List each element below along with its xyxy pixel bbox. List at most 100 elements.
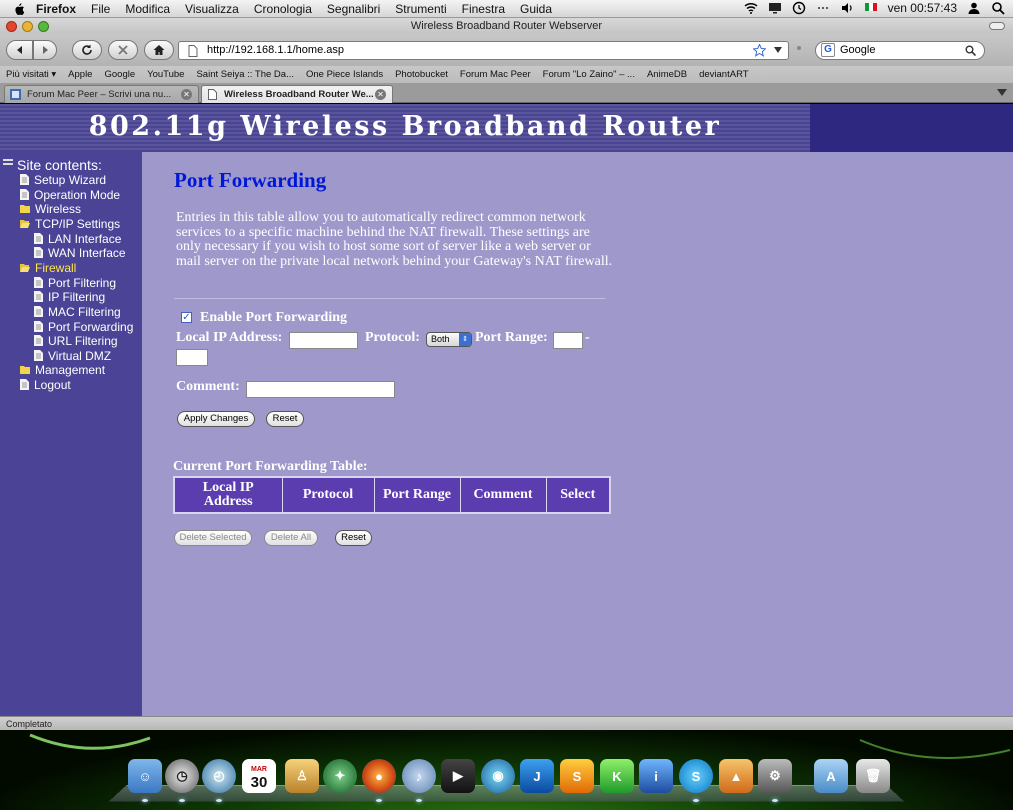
- finder-dock-icon[interactable]: ☺: [128, 759, 162, 793]
- tab-router-webserver[interactable]: Wireless Broadband Router We... ✕: [201, 85, 393, 103]
- page-icon: [34, 350, 43, 361]
- reload-button[interactable]: [72, 40, 102, 60]
- menu-modifica[interactable]: Modifica: [125, 2, 170, 16]
- tab-forum-mac-peer[interactable]: Forum Mac Peer – Scrivi una nu... ✕: [4, 85, 199, 103]
- close-tab-icon[interactable]: ✕: [181, 89, 192, 100]
- menu-guida[interactable]: Guida: [520, 2, 552, 16]
- sidebar-item-setup-wizard[interactable]: Setup Wizard: [20, 173, 106, 187]
- quicktime-dock-icon[interactable]: ▶: [441, 759, 475, 793]
- bookmark-forum-mac-peer[interactable]: Forum Mac Peer: [460, 69, 531, 80]
- bookmark-star-icon[interactable]: [753, 44, 766, 57]
- sidebar-item-port-forwarding[interactable]: Port Forwarding: [34, 320, 133, 334]
- zoom-window-button[interactable]: [38, 21, 49, 32]
- port-range-end-field[interactable]: [176, 349, 208, 366]
- sidebar-item-url-filtering[interactable]: URL Filtering: [34, 334, 118, 348]
- sidebar-item-firewall[interactable]: Firewall: [20, 261, 76, 275]
- itunes-dock-icon[interactable]: ♪: [402, 759, 436, 793]
- port-range-label: Port Range:: [475, 330, 548, 345]
- sidebar-item-operation-mode[interactable]: Operation Mode: [20, 188, 120, 202]
- menu-file[interactable]: File: [91, 2, 110, 16]
- time-machine-icon[interactable]: [792, 1, 806, 15]
- dvd-player-dock-icon[interactable]: ◉: [481, 759, 515, 793]
- display-icon[interactable]: [768, 1, 782, 15]
- input-language-flag-icon[interactable]: [864, 1, 878, 15]
- reset-button[interactable]: Reset: [266, 411, 304, 427]
- system-clock-dock-icon[interactable]: ◴: [202, 759, 236, 793]
- menu-finestra[interactable]: Finestra: [462, 2, 505, 16]
- bluetooth-dots-icon[interactable]: [816, 1, 830, 15]
- tab-list-icon[interactable]: [997, 89, 1007, 97]
- sidebar-item-label: URL Filtering: [48, 334, 118, 348]
- bookmark-photobucket[interactable]: Photobucket: [395, 69, 448, 80]
- protocol-select[interactable]: Both ⇕: [426, 332, 472, 347]
- back-button[interactable]: [6, 40, 33, 60]
- search-bar[interactable]: G Google: [815, 41, 985, 60]
- spotlight-icon[interactable]: [991, 1, 1005, 15]
- bookmark-one-piece[interactable]: One Piece Islands: [306, 69, 383, 80]
- toolbar-toggle-button[interactable]: [989, 22, 1005, 30]
- address-book-dock-icon[interactable]: ♙: [285, 759, 319, 793]
- apple-logo-icon[interactable]: [12, 2, 26, 16]
- local-ip-field[interactable]: [289, 332, 358, 349]
- close-window-button[interactable]: [6, 21, 17, 32]
- safari-dock-icon[interactable]: ✦: [323, 759, 357, 793]
- ichat-dock-icon[interactable]: i: [639, 759, 673, 793]
- sidebar-item-ip-filtering[interactable]: IP Filtering: [34, 290, 105, 304]
- dashboard-dock-icon[interactable]: ◷: [165, 759, 199, 793]
- sidebar-item-lan-interface[interactable]: LAN Interface: [34, 232, 121, 246]
- home-button[interactable]: [144, 40, 174, 60]
- volume-icon[interactable]: [840, 1, 854, 15]
- reset-table-button[interactable]: Reset: [335, 530, 372, 546]
- trash-dock-icon[interactable]: 🗑: [856, 759, 890, 793]
- delete-selected-button[interactable]: Delete Selected: [174, 530, 252, 546]
- skype-dock-icon[interactable]: S: [679, 759, 713, 793]
- stop-button[interactable]: [108, 40, 138, 60]
- bookmark-deviantart[interactable]: deviantART: [699, 69, 748, 80]
- comment-field[interactable]: [246, 381, 395, 398]
- bookmark-forum-lo-zaino[interactable]: Forum "Lo Zaino" – ...: [543, 69, 635, 80]
- sidebar-item-mac-filtering[interactable]: MAC Filtering: [34, 305, 121, 319]
- delete-all-button[interactable]: Delete All: [264, 530, 318, 546]
- sidebar-item-virtual-dmz[interactable]: Virtual DMZ: [34, 349, 111, 363]
- bookmark-saint-seiya[interactable]: Saint Seiya :: The Da...: [196, 69, 294, 80]
- vlc-dock-icon[interactable]: ▲: [719, 759, 753, 793]
- menu-cronologia[interactable]: Cronologia: [254, 2, 312, 16]
- app-k-dock-icon[interactable]: K: [600, 759, 634, 793]
- applications-folder-dock-icon[interactable]: A: [814, 759, 848, 793]
- sidebar-item-wan-interface[interactable]: WAN Interface: [34, 246, 126, 260]
- app-s-dock-icon[interactable]: S: [560, 759, 594, 793]
- search-icon[interactable]: [965, 45, 976, 56]
- menu-visualizza[interactable]: Visualizza: [185, 2, 239, 16]
- menubar-clock[interactable]: ven 00:57:43: [888, 1, 957, 15]
- google-engine-icon[interactable]: G: [821, 43, 835, 57]
- bookmark-most-visited[interactable]: Più visitati ▾: [6, 69, 56, 80]
- port-range-start-field[interactable]: [553, 332, 583, 349]
- sidebar-item-tcpip-settings[interactable]: TCP/IP Settings: [20, 217, 120, 231]
- sidebar-item-wireless[interactable]: Wireless: [20, 202, 81, 216]
- url-dropdown-icon[interactable]: [774, 47, 782, 53]
- apply-changes-button[interactable]: Apply Changes: [177, 411, 255, 427]
- menu-segnalibri[interactable]: Segnalibri: [327, 2, 380, 16]
- menu-firefox[interactable]: Firefox: [36, 2, 76, 16]
- bookmark-google[interactable]: Google: [104, 69, 135, 80]
- bookmark-apple[interactable]: Apple: [68, 69, 92, 80]
- forward-button[interactable]: [33, 40, 57, 60]
- address-bar[interactable]: http://192.168.1.1/home.asp: [178, 41, 789, 60]
- sidebar-item-management[interactable]: Management: [20, 363, 105, 377]
- firefox-dock-icon[interactable]: ●: [362, 759, 396, 793]
- bookmark-animedb[interactable]: AnimeDB: [647, 69, 687, 80]
- ical-dock-icon[interactable]: MAR 30: [242, 759, 276, 793]
- bookmark-youtube[interactable]: YouTube: [147, 69, 184, 80]
- sidebar-item-port-filtering[interactable]: Port Filtering: [34, 276, 116, 290]
- close-tab-icon[interactable]: ✕: [375, 89, 386, 100]
- sidebar-item-logout[interactable]: Logout: [20, 378, 71, 392]
- system-preferences-dock-icon[interactable]: ⚙: [758, 759, 792, 793]
- menu-strumenti[interactable]: Strumenti: [395, 2, 446, 16]
- wifi-icon[interactable]: [744, 1, 758, 15]
- user-icon[interactable]: [967, 1, 981, 15]
- minimize-window-button[interactable]: [22, 21, 33, 32]
- search-input[interactable]: Google: [840, 44, 875, 56]
- divider: [174, 298, 605, 299]
- enable-port-forwarding-checkbox[interactable]: ✓: [181, 312, 192, 323]
- app-j-dock-icon[interactable]: J: [520, 759, 554, 793]
